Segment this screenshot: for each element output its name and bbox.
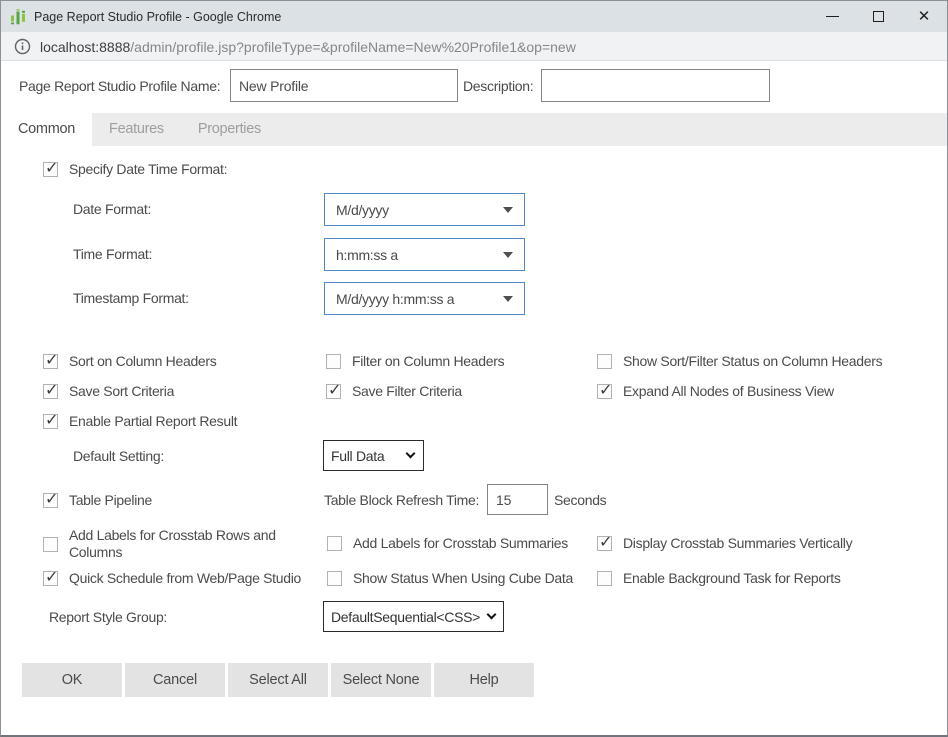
select-all-button[interactable]: Select All bbox=[228, 663, 328, 697]
checkbox[interactable] bbox=[597, 571, 612, 586]
date-format-label: Date Format: bbox=[73, 193, 151, 225]
close-icon: ✕ bbox=[918, 9, 931, 24]
tab-common[interactable]: Common bbox=[1, 113, 92, 146]
refresh-time-input[interactable] bbox=[487, 484, 548, 515]
minimize-icon bbox=[826, 16, 839, 17]
checkbox-enable-background-task[interactable]: Enable Background Task for Reports bbox=[597, 570, 841, 587]
checkbox-label: Add Labels for Crosstab Rows and Columns bbox=[69, 527, 304, 561]
triangle-down-icon bbox=[503, 252, 513, 258]
checkbox-label: Show Status When Using Cube Data bbox=[353, 570, 573, 587]
maximize-icon bbox=[873, 11, 884, 22]
refresh-time-label: Table Block Refresh Time: bbox=[324, 484, 479, 515]
checkbox[interactable] bbox=[327, 536, 342, 551]
checkbox[interactable] bbox=[326, 384, 341, 399]
url-text[interactable]: localhost:8888/admin/profile.jsp?profile… bbox=[40, 39, 576, 55]
date-format-value: M/d/yyyy bbox=[336, 202, 389, 218]
report-style-group-select[interactable]: DefaultSequential<CSS> bbox=[323, 601, 504, 632]
checkbox-label: Filter on Column Headers bbox=[352, 353, 504, 370]
report-style-group-value: DefaultSequential<CSS> bbox=[331, 609, 480, 625]
time-format-select[interactable]: h:mm:ss a bbox=[324, 238, 525, 271]
tab-bar: Common Features Properties bbox=[1, 113, 947, 146]
url-host: localhost:8888 bbox=[40, 39, 130, 55]
page-content: Page Report Studio Profile Name: Descrip… bbox=[1, 61, 947, 736]
date-format-select[interactable]: M/d/yyyy bbox=[324, 193, 525, 226]
checkbox-enable-partial-report-result[interactable]: Enable Partial Report Result bbox=[43, 413, 237, 430]
checkbox-add-labels-crosstab-rows-columns[interactable]: Add Labels for Crosstab Rows and Columns bbox=[43, 527, 304, 561]
app-logo-icon bbox=[10, 9, 26, 25]
help-button[interactable]: Help bbox=[434, 663, 534, 697]
checkbox[interactable] bbox=[597, 536, 612, 551]
address-bar[interactable]: localhost:8888/admin/profile.jsp?profile… bbox=[1, 32, 947, 61]
checkbox-label: Table Pipeline bbox=[69, 492, 152, 509]
triangle-down-icon bbox=[503, 207, 513, 213]
minimize-button[interactable] bbox=[809, 1, 855, 32]
checkbox-label: Enable Background Task for Reports bbox=[623, 570, 841, 587]
checkbox[interactable] bbox=[43, 493, 58, 508]
profile-name-input[interactable] bbox=[230, 69, 458, 102]
triangle-down-icon bbox=[503, 296, 513, 302]
checkbox[interactable] bbox=[43, 354, 58, 369]
checkbox[interactable] bbox=[43, 537, 58, 552]
tab-features[interactable]: Features bbox=[92, 113, 181, 146]
checkbox-display-crosstab-summaries-vertically[interactable]: Display Crosstab Summaries Vertically bbox=[597, 535, 852, 552]
checkbox[interactable] bbox=[327, 571, 342, 586]
specify-datetime-checkbox[interactable] bbox=[43, 162, 58, 177]
cancel-button[interactable]: Cancel bbox=[125, 663, 225, 697]
close-button[interactable]: ✕ bbox=[901, 1, 947, 32]
timestamp-format-label: Timestamp Format: bbox=[73, 282, 189, 314]
chevron-down-icon bbox=[406, 449, 416, 459]
specify-datetime-checkbox-item[interactable]: Specify Date Time Format: bbox=[43, 161, 227, 178]
checkbox-label: Quick Schedule from Web/Page Studio bbox=[69, 570, 301, 587]
checkbox[interactable] bbox=[43, 384, 58, 399]
url-path: /admin/profile.jsp?profileType=&profileN… bbox=[130, 39, 576, 55]
checkbox-label: Enable Partial Report Result bbox=[69, 413, 237, 430]
checkbox[interactable] bbox=[43, 414, 58, 429]
time-format-value: h:mm:ss a bbox=[336, 247, 398, 263]
checkbox-label: Show Sort/Filter Status on Column Header… bbox=[623, 353, 882, 370]
default-setting-value: Full Data bbox=[331, 448, 384, 464]
checkbox-save-sort-criteria[interactable]: Save Sort Criteria bbox=[43, 383, 174, 400]
time-format-label: Time Format: bbox=[73, 238, 152, 270]
ok-button[interactable]: OK bbox=[22, 663, 122, 697]
window-title: Page Report Studio Profile - Google Chro… bbox=[34, 10, 809, 24]
checkbox[interactable] bbox=[326, 354, 341, 369]
select-none-button[interactable]: Select None bbox=[331, 663, 431, 697]
checkbox-expand-all-nodes[interactable]: Expand All Nodes of Business View bbox=[597, 383, 834, 400]
description-input[interactable] bbox=[541, 69, 770, 102]
chevron-down-icon bbox=[487, 610, 497, 620]
checkbox[interactable] bbox=[597, 354, 612, 369]
checkbox-label: Add Labels for Crosstab Summaries bbox=[353, 535, 568, 552]
title-bar: Page Report Studio Profile - Google Chro… bbox=[1, 1, 947, 32]
checkbox-label: Expand All Nodes of Business View bbox=[623, 383, 834, 400]
description-label: Description: bbox=[463, 69, 533, 102]
timestamp-format-value: M/d/yyyy h:mm:ss a bbox=[336, 291, 454, 307]
refresh-time-unit: Seconds bbox=[554, 484, 606, 515]
checkbox-quick-schedule[interactable]: Quick Schedule from Web/Page Studio bbox=[43, 570, 301, 587]
checkbox-show-status-cube-data[interactable]: Show Status When Using Cube Data bbox=[327, 570, 573, 587]
checkbox-sort-on-column-headers[interactable]: Sort on Column Headers bbox=[43, 353, 216, 370]
default-setting-select[interactable]: Full Data bbox=[323, 440, 424, 471]
checkbox-label: Sort on Column Headers bbox=[69, 353, 216, 370]
checkbox-label: Display Crosstab Summaries Vertically bbox=[623, 535, 852, 552]
checkbox-label: Save Filter Criteria bbox=[352, 383, 462, 400]
maximize-button[interactable] bbox=[855, 1, 901, 32]
checkbox[interactable] bbox=[43, 571, 58, 586]
tab-properties[interactable]: Properties bbox=[181, 113, 278, 146]
checkbox[interactable] bbox=[597, 384, 612, 399]
profile-name-label: Page Report Studio Profile Name: bbox=[19, 69, 220, 102]
checkbox-filter-on-column-headers[interactable]: Filter on Column Headers bbox=[326, 353, 504, 370]
checkbox-table-pipeline[interactable]: Table Pipeline bbox=[43, 492, 152, 509]
window-controls: ✕ bbox=[809, 1, 947, 32]
checkbox-add-labels-crosstab-summaries[interactable]: Add Labels for Crosstab Summaries bbox=[327, 535, 568, 552]
specify-datetime-label: Specify Date Time Format: bbox=[69, 161, 227, 178]
site-info-icon[interactable] bbox=[14, 38, 31, 55]
timestamp-format-select[interactable]: M/d/yyyy h:mm:ss a bbox=[324, 282, 525, 315]
browser-window: Page Report Studio Profile - Google Chro… bbox=[0, 0, 948, 737]
checkbox-show-sort-filter-status[interactable]: Show Sort/Filter Status on Column Header… bbox=[597, 353, 882, 370]
checkbox-save-filter-criteria[interactable]: Save Filter Criteria bbox=[326, 383, 462, 400]
checkbox-label: Save Sort Criteria bbox=[69, 383, 174, 400]
report-style-group-label: Report Style Group: bbox=[49, 601, 167, 632]
default-setting-label: Default Setting: bbox=[73, 440, 164, 471]
